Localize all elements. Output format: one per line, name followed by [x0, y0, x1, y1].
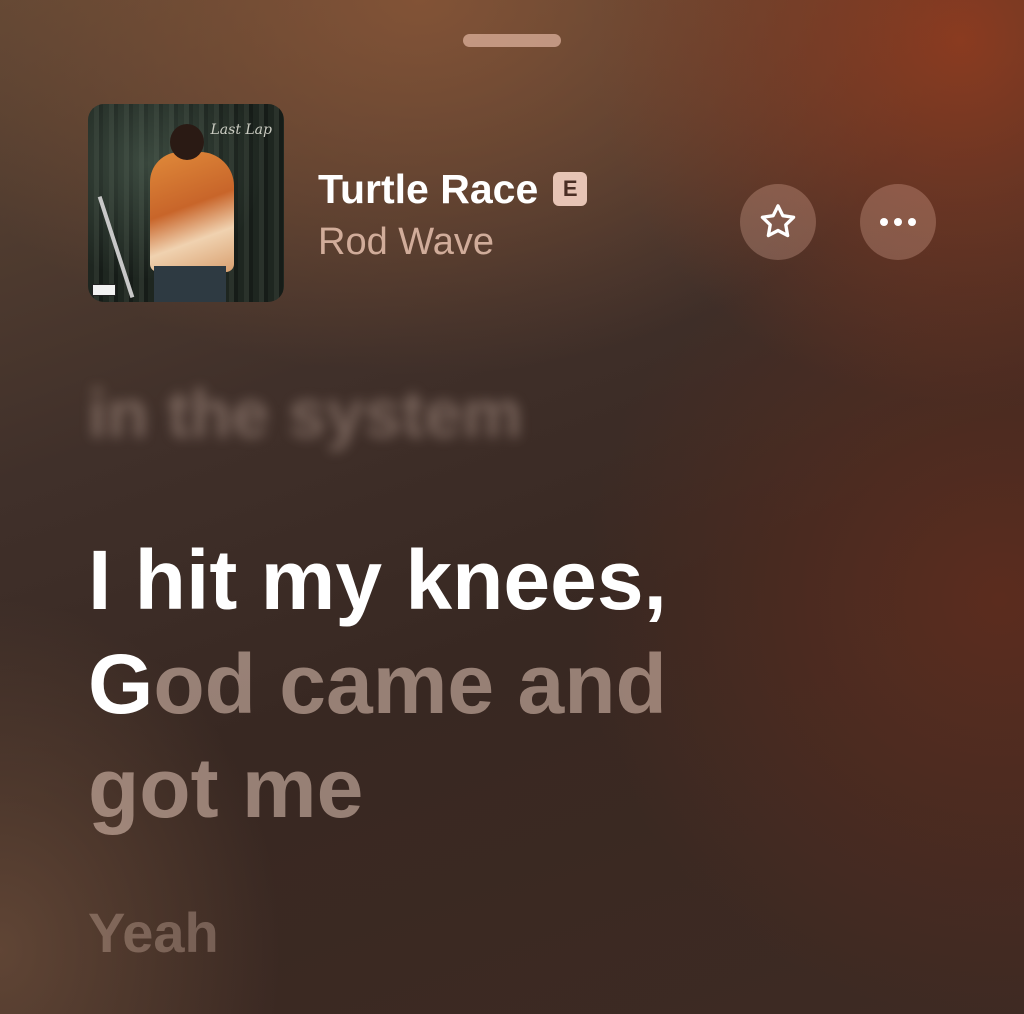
song-title[interactable]: Turtle Race — [318, 166, 538, 212]
more-button[interactable] — [860, 184, 936, 260]
lyric-current-line[interactable]: I hit my knees, God came and got me — [88, 528, 888, 840]
sheet-grabber[interactable] — [463, 34, 561, 47]
artist-name[interactable]: Rod Wave — [318, 220, 494, 264]
album-artwork[interactable]: Last Lap — [88, 104, 284, 302]
lyric-line-1: I hit my knees, — [88, 533, 667, 627]
explicit-badge: E — [553, 172, 588, 206]
ellipsis-icon — [880, 218, 916, 226]
artwork-script-logo: Last Lap — [210, 122, 272, 138]
now-playing-header: Last Lap Turtle Race E Rod Wave — [88, 104, 948, 302]
star-icon — [760, 204, 796, 238]
artwork-figure — [150, 152, 234, 272]
artwork-figure-legs — [154, 266, 226, 302]
artwork-figure-head — [170, 124, 204, 160]
favorite-button[interactable] — [740, 184, 816, 260]
lyric-line-2-sung: G — [88, 637, 154, 731]
parental-advisory-label — [92, 284, 116, 296]
lyric-line-3: got me — [88, 741, 364, 835]
title-row: Turtle Race E — [318, 166, 588, 212]
lyric-line-2: God came and — [88, 632, 888, 736]
artwork-mic-stand — [97, 195, 135, 299]
lyric-line-2-unsung: od came and — [153, 637, 667, 731]
lyric-next-line[interactable]: Yeah — [88, 898, 219, 968]
lyric-previous-line[interactable]: in the system — [88, 374, 523, 454]
